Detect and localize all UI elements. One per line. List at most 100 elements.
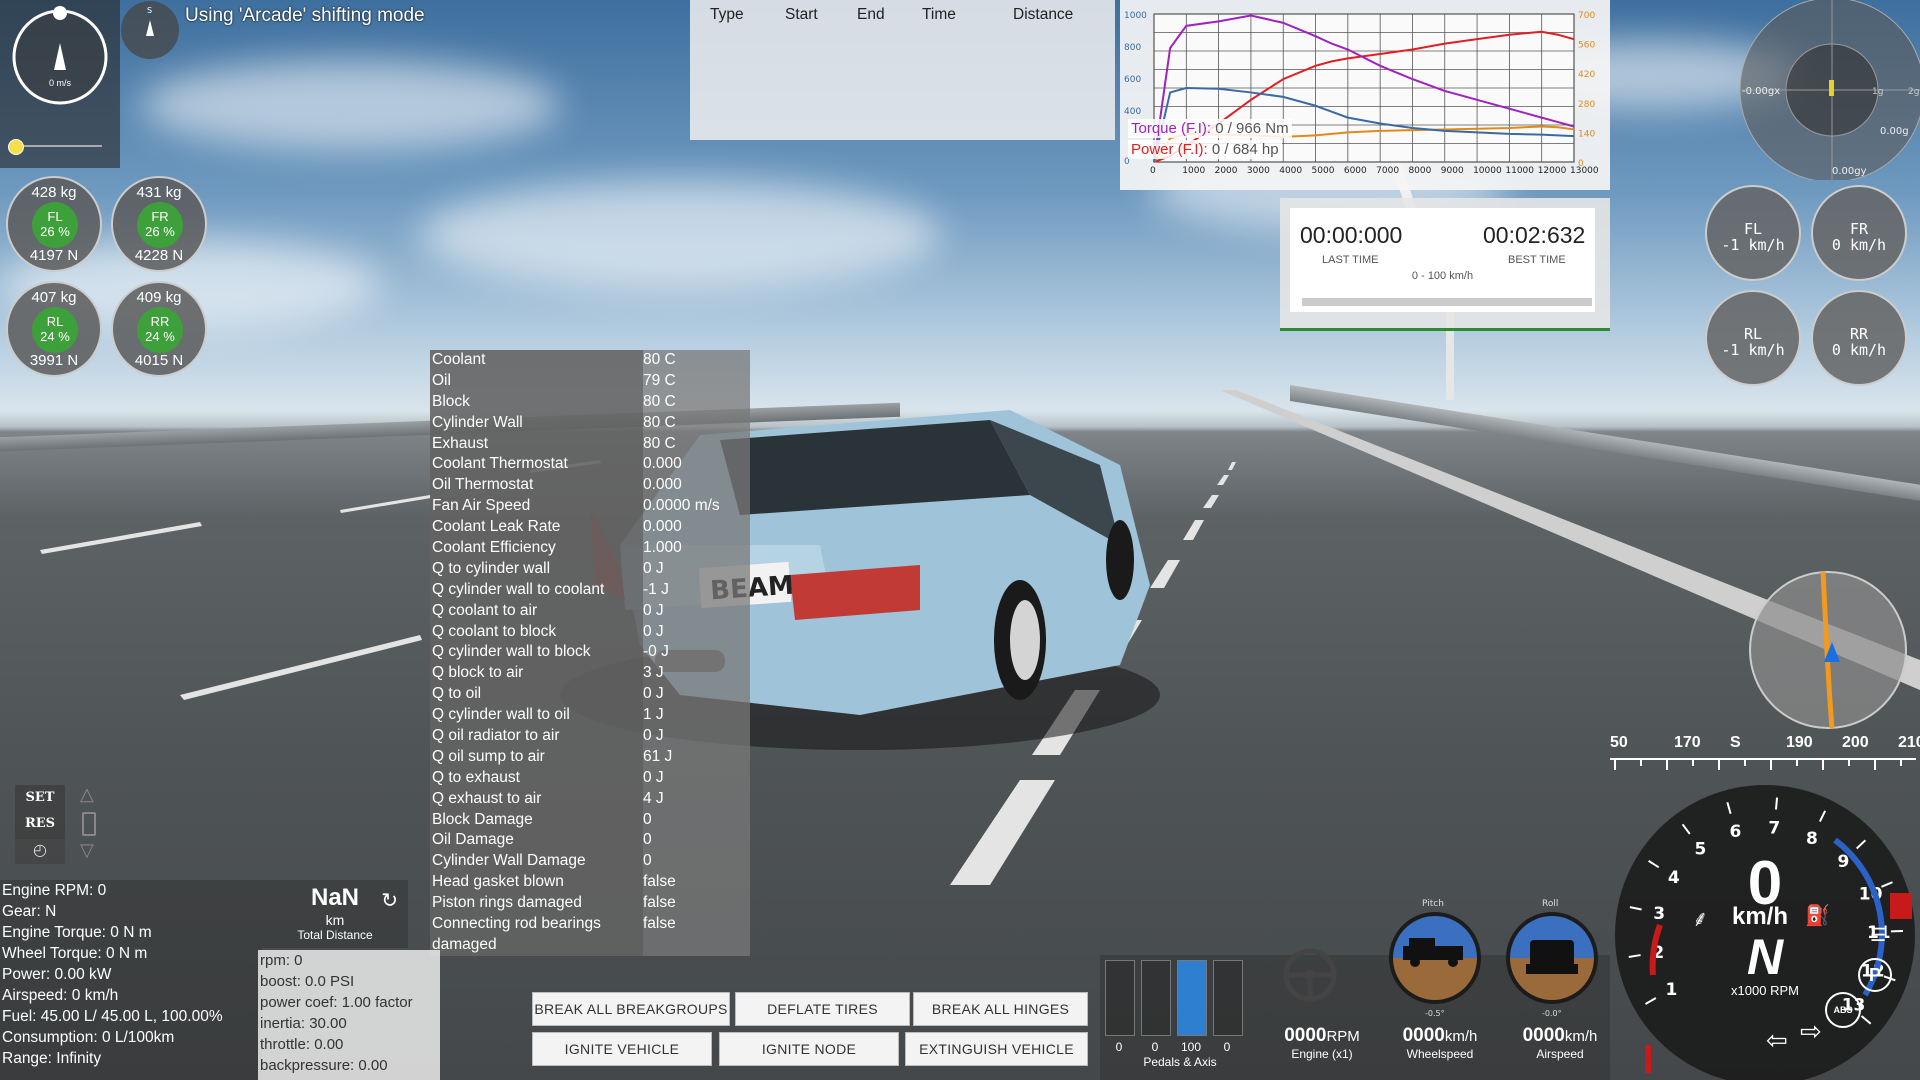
thermal-value: 1.000 xyxy=(643,539,682,557)
thermal-row: Fan Air Speed 0.0000 m/s xyxy=(430,496,750,518)
thermal-row: Q cylinder wall to coolant -1 J xyxy=(430,579,750,601)
roll-gauge: Roll -0.0° xyxy=(1506,899,1598,1018)
parking-brake-icon: P xyxy=(1858,958,1892,992)
turbo-info-panel: rpm: 0 boost: 0.0 PSI power coef: 1.00 fac… xyxy=(258,950,440,1080)
engine-info-line: Gear: N xyxy=(2,903,57,920)
timer-progress xyxy=(1302,298,1592,306)
wheelspeed-unit: km/h xyxy=(1444,1028,1478,1045)
thermal-value: 0 xyxy=(643,810,652,828)
heading-tick xyxy=(1744,760,1746,766)
col-start: Start xyxy=(785,6,818,23)
ignite-node-button[interactable]: IGNITE NODE xyxy=(719,1032,899,1066)
timer-range: 0 - 100 km/h xyxy=(1411,270,1474,282)
thermal-key: Coolant Leak Rate xyxy=(430,517,643,539)
thermal-key: Cylinder Wall Damage xyxy=(430,851,643,873)
ignite-vehicle-button[interactable]: IGNITE VEHICLE xyxy=(532,1032,712,1066)
thermal-row: Q exhaust to air 4 J xyxy=(430,788,750,810)
pedal-value: 0 xyxy=(1223,1040,1231,1054)
tire-indicator: FR 26 % xyxy=(137,202,183,248)
heading-tick xyxy=(1666,760,1668,770)
thermal-key: Q to oil xyxy=(430,684,643,706)
heading-tick-label: 170 xyxy=(1674,734,1701,751)
left-tick-label: 1000 xyxy=(1124,11,1147,21)
abs-icon: ABS xyxy=(1825,992,1861,1028)
coolant-temp-icon: ⸙ xyxy=(1692,906,1709,931)
deflate-tires-button[interactable]: DEFLATE TIRES xyxy=(735,992,910,1026)
trip-unit: km xyxy=(325,912,345,928)
right-tick-label: 0 xyxy=(1578,159,1584,169)
right-tick-label: 560 xyxy=(1578,41,1595,51)
reset-icon[interactable]: ↻ xyxy=(381,888,398,913)
rpm-tick-label: 6 xyxy=(1730,822,1742,842)
cruise-res-button[interactable]: RES xyxy=(15,811,65,837)
thermal-key: Q coolant to air xyxy=(430,600,643,622)
heading-tick xyxy=(1614,760,1616,770)
thermal-key: Q cylinder wall to coolant xyxy=(430,579,643,601)
best-time-label: BEST TIME xyxy=(1508,254,1566,266)
heading-tick-label: 190 xyxy=(1786,734,1813,751)
x-tick-label: 10000 xyxy=(1473,166,1502,176)
col-distance: Distance xyxy=(1013,6,1074,23)
thermal-row: Piston rings damaged false xyxy=(430,893,750,915)
heading-tape: 50 170 S 190 200 210 xyxy=(1610,734,1920,774)
cruise-speedometer-icon[interactable]: ◴ xyxy=(15,838,65,864)
x-tick-label: 8000 xyxy=(1408,166,1431,176)
tire-force: 4197 N xyxy=(29,247,79,264)
thermal-row: Q coolant to air 0 J xyxy=(430,600,750,622)
engine-info-panel: Engine RPM: 0 Gear: N Engine Torque: 0 N m… xyxy=(0,880,262,1080)
thermal-row: Block 80 C xyxy=(430,391,750,413)
cruise-up-icon[interactable]: △ xyxy=(80,784,94,805)
thermal-key: Q oil sump to air xyxy=(430,746,643,768)
slider-handle[interactable] xyxy=(8,139,24,155)
thermal-row: Q to oil 0 J xyxy=(430,684,750,706)
timer-inner: 00:00:000 LAST TIME 00:02:632 BEST TIME … xyxy=(1290,208,1595,312)
tire-gauge-rl: 407 kg RL 24 % 3991 N xyxy=(6,281,102,377)
heading-tick xyxy=(1874,760,1876,770)
thermal-row: Q block to air 3 J xyxy=(430,663,750,685)
trip-label: Total Distance xyxy=(297,928,373,942)
last-time-label: LAST TIME xyxy=(1322,254,1379,266)
x-tick-label: 13000 xyxy=(1570,166,1599,176)
heading-rule xyxy=(1610,758,1916,760)
heading-tick xyxy=(1822,760,1824,770)
cruise-set-button[interactable]: SET xyxy=(15,785,65,811)
thermal-row: Q oil sump to air 61 J xyxy=(430,746,750,768)
extinguish-vehicle-button[interactable]: EXTINGUISH VEHICLE xyxy=(905,1032,1088,1066)
thermal-key: Piston rings damaged xyxy=(430,893,643,915)
engine-thermals-panel: Coolant 80 C Oil 79 C Block 80 C Cylinder Wall… xyxy=(430,350,750,956)
compass-speed: 0 m/s xyxy=(48,78,71,88)
pedal-value: 0 xyxy=(1151,1040,1159,1054)
thermal-row: Oil Thermostat 0.000 xyxy=(430,475,750,497)
roll-value: -0.0° xyxy=(1542,1009,1562,1018)
navigation-panel: 0 m/s xyxy=(0,0,120,168)
break-breakgroups-button[interactable]: BREAK ALL BREAKGROUPS xyxy=(532,992,730,1026)
tire-mass: 407 kg xyxy=(31,289,77,306)
wheel-speed-fr: FR 0 km/h xyxy=(1811,185,1907,281)
legend-torque-name: Torque (F.I): xyxy=(1131,120,1212,137)
wheelspeed-label: Wheelspeed xyxy=(1406,1047,1474,1061)
legend-power-name: Power (F.I): xyxy=(1131,141,1208,158)
cruise-down-icon[interactable]: ▽ xyxy=(80,840,94,861)
thermal-row: Oil 79 C xyxy=(430,370,750,392)
thermal-value: 0 J xyxy=(643,622,664,640)
tire-indicator: FL 26 % xyxy=(32,202,78,248)
thermal-row: Cylinder Wall Damage 0 xyxy=(430,851,750,873)
status-message: Using 'Arcade' shifting mode xyxy=(185,5,425,26)
airspeed-readout: 0000km/h Airspeed xyxy=(1500,1025,1620,1061)
thermal-value: 3 J xyxy=(643,664,664,682)
gforce-1g: 1g xyxy=(1872,87,1883,97)
timer-panel: 00:00:000 LAST TIME 00:02:632 BEST TIME … xyxy=(1280,198,1610,331)
break-hinges-button[interactable]: BREAK ALL HINGES xyxy=(913,992,1088,1026)
thermal-value: 80 C xyxy=(643,351,676,368)
rpm-tick-label: 3 xyxy=(1653,904,1665,924)
heading-tick xyxy=(1848,760,1850,766)
tire-gauge-fr: 431 kg FR 26 % 4228 N xyxy=(111,176,207,272)
fuel-icon: ⛽ xyxy=(1805,905,1830,927)
heading-tick xyxy=(1692,760,1694,766)
heading-tick-label: 210 xyxy=(1898,734,1920,751)
left-tick-label: 800 xyxy=(1124,43,1141,53)
heading-tick-label: 200 xyxy=(1842,734,1869,751)
thermal-row: Exhaust 80 C xyxy=(430,433,750,455)
speed-unit: km/h xyxy=(1731,903,1788,930)
engine-info-line: Engine RPM: 0 xyxy=(2,882,107,899)
